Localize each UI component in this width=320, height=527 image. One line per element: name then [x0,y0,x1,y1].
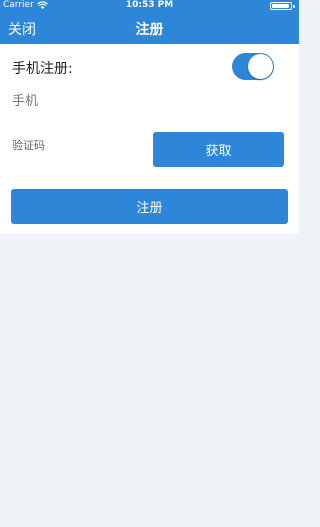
status-bar: Carrier 10:53 PM [0,0,299,11]
toggle-knob [248,54,273,79]
battery-fill [272,4,289,8]
status-time: 10:53 PM [125,0,174,10]
app-header: Carrier 10:53 PM 关闭 注册 [0,0,299,44]
navigation-bar: 关闭 注册 [0,11,299,44]
battery-indicator [270,2,295,10]
phone-input[interactable] [4,88,304,114]
get-code-button[interactable]: 获取 [153,132,284,167]
phone-register-label: 手机注册: [12,61,73,77]
register-button[interactable]: 注册 [11,189,288,224]
battery-tip [293,4,295,8]
battery-icon [270,2,292,10]
page-title: 注册 [135,22,164,38]
register-form: 手机注册: 获取 注册 [0,44,304,234]
phone-register-toggle[interactable] [232,53,274,80]
verification-code-input[interactable] [4,133,150,157]
close-button[interactable]: 关闭 [8,19,36,39]
